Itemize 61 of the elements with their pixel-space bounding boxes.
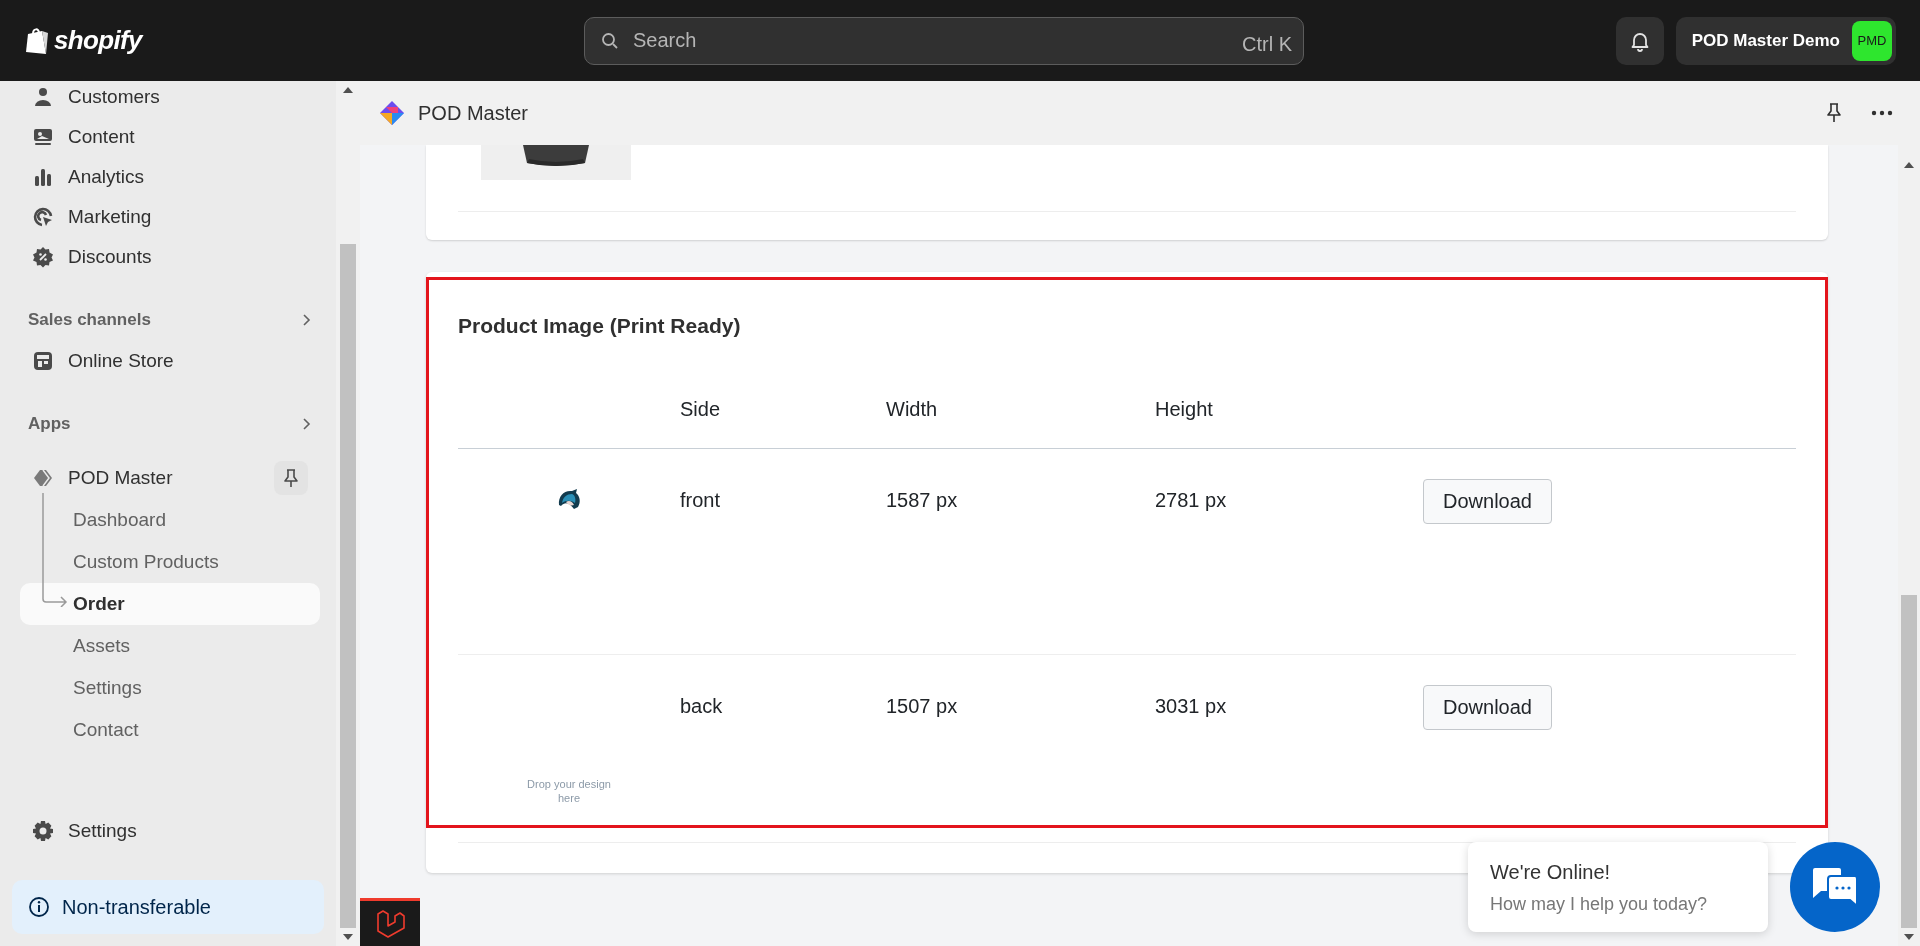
table-cell: back	[680, 694, 723, 717]
sidebar-item[interactable]: Customers	[20, 81, 320, 117]
store-menu-button[interactable]: POD Master Demo PMD	[1675, 16, 1896, 65]
settings-icon	[32, 820, 54, 842]
bar-chart-icon	[32, 166, 54, 188]
sidebar-item[interactable]: Settings	[20, 810, 316, 852]
target-icon	[32, 206, 54, 228]
sidebar-item[interactable]: Online Store	[20, 341, 320, 381]
sidebar-item[interactable]: Analytics	[20, 157, 320, 197]
logo-text: shopify	[54, 24, 142, 57]
person-icon	[32, 86, 54, 108]
column-header: Width	[886, 397, 938, 420]
card-title: Product Image (Print Ready)	[458, 313, 742, 339]
chat-popup[interactable]: We're Online! How may I help you today?	[1468, 842, 1768, 932]
table-cell: 1507 px	[886, 694, 958, 717]
chat-bubbles-icon	[1811, 867, 1859, 907]
shortcut-hint: Ctrl K	[1242, 31, 1292, 57]
debug-bar-button[interactable]	[360, 898, 420, 946]
table-cell: 2781 px	[1155, 488, 1227, 511]
pin-icon	[282, 468, 300, 488]
table-cell: front	[680, 488, 721, 511]
storefront-icon	[32, 350, 54, 372]
tree-connector-icon	[40, 493, 70, 607]
sidebar-item[interactable]: Content	[20, 117, 320, 157]
download-button[interactable]: Download	[1423, 478, 1552, 524]
app-logo-icon	[32, 467, 54, 489]
sidebar-subitem[interactable]: Order	[20, 583, 320, 625]
pin-button[interactable]	[274, 461, 308, 495]
table-cell: 3031 px	[1155, 694, 1227, 717]
sidebar-subitem[interactable]: Assets	[20, 625, 320, 667]
sidebar-subitem[interactable]: Settings	[20, 667, 320, 709]
sidebar-item[interactable]: Discounts	[20, 237, 320, 277]
placeholder-text: Drop your design here	[526, 776, 612, 805]
notifications-button[interactable]	[1615, 16, 1664, 65]
sidebar-item[interactable]: POD Master	[32, 457, 260, 499]
scrollbar-thumb[interactable]	[340, 244, 356, 928]
chevron-right-icon	[302, 313, 312, 327]
download-button[interactable]: Download	[1423, 684, 1552, 730]
sidebar-item[interactable]: Marketing	[20, 197, 320, 237]
column-header: Side	[680, 397, 721, 420]
image-icon	[32, 126, 54, 148]
app-logo-icon	[378, 99, 406, 127]
laravel-icon	[375, 908, 405, 939]
plan-notice[interactable]: Non-transferable	[12, 880, 324, 934]
shopping-bag-icon	[24, 25, 50, 56]
info-icon	[28, 896, 50, 918]
chat-subtitle: How may I help you today?	[1490, 892, 1709, 916]
table-cell: 1587 px	[886, 488, 958, 511]
sidebar-subitem[interactable]: Contact	[20, 709, 320, 751]
chevron-right-icon	[302, 417, 312, 431]
sidebar-subitem[interactable]: Custom Products	[20, 541, 320, 583]
app-title: POD Master	[418, 101, 530, 126]
section-header[interactable]: Sales channels	[20, 299, 320, 341]
column-header: Height	[1155, 397, 1213, 420]
discount-badge-icon	[32, 246, 54, 268]
sidebar-subitem[interactable]: Dashboard	[20, 499, 320, 541]
store-avatar: PMD	[1852, 20, 1892, 61]
chat-title: We're Online!	[1490, 859, 1612, 885]
search-icon	[601, 31, 619, 50]
scrollbar-thumb[interactable]	[1901, 595, 1917, 928]
section-header[interactable]: Apps	[20, 403, 320, 445]
